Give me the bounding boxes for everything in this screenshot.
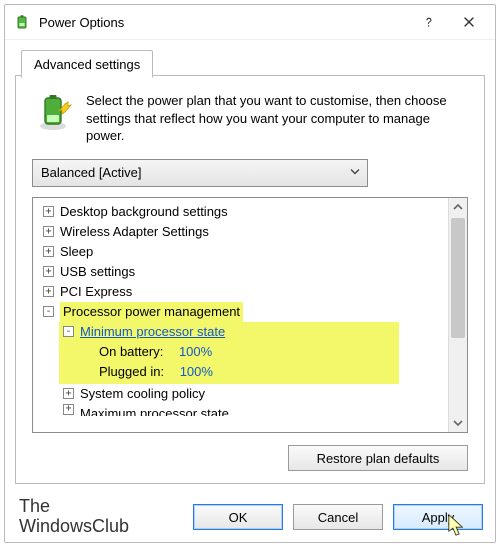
window-content: Advanced settings Select the power	[5, 40, 495, 494]
tree-item-wireless[interactable]: + Wireless Adapter Settings	[37, 222, 445, 242]
brand-line2: WindowsClub	[19, 516, 129, 536]
tree-label: System cooling policy	[80, 384, 205, 404]
expand-icon[interactable]: +	[43, 226, 54, 237]
tab-advanced-settings[interactable]: Advanced settings	[21, 50, 153, 78]
scroll-down-button[interactable]	[449, 414, 467, 432]
cancel-button[interactable]: Cancel	[293, 504, 383, 530]
tree-item-desktop-bg[interactable]: + Desktop background settings	[37, 202, 445, 222]
title-bar: Power Options	[5, 5, 495, 40]
expand-icon[interactable]: +	[43, 246, 54, 257]
expand-icon[interactable]: +	[43, 286, 54, 297]
setting-label: On battery:	[99, 342, 163, 362]
tree-row-plugged-in[interactable]: Plugged in: 100%	[59, 362, 399, 382]
apply-button[interactable]: Apply	[393, 504, 483, 530]
expand-icon[interactable]: +	[63, 388, 74, 399]
expand-icon[interactable]: +	[63, 404, 74, 415]
tree-item-processor-mgmt[interactable]: -Processor power management	[37, 302, 445, 322]
tree-label: Wireless Adapter Settings	[60, 222, 209, 242]
power-options-window: Power Options Advanced settings	[4, 4, 496, 543]
tree-viewport: + Desktop background settings + Wireless A…	[33, 198, 449, 432]
scroll-thumb[interactable]	[451, 218, 465, 338]
restore-plan-defaults-button[interactable]: Restore plan defaults	[288, 445, 468, 471]
power-plan-select[interactable]: Balanced [Active]	[32, 159, 368, 187]
watermark-brand: The WindowsClub	[19, 496, 129, 536]
tree-item-usb[interactable]: + USB settings	[37, 262, 445, 282]
help-button[interactable]	[409, 8, 449, 36]
tree-label: Desktop background settings	[60, 202, 228, 222]
tree-item-min-processor-state[interactable]: -Minimum processor state	[59, 322, 399, 342]
tree-label: Sleep	[60, 242, 93, 262]
setting-label: Plugged in:	[99, 362, 164, 382]
tab-strip: Advanced settings	[15, 50, 485, 76]
highlighted-block: -Minimum processor state On battery: 100…	[59, 322, 399, 384]
restore-row: Restore plan defaults	[32, 445, 468, 471]
setting-value: 100%	[180, 362, 213, 382]
battery-large-icon	[32, 92, 74, 134]
tree-vertical-scrollbar[interactable]	[448, 198, 467, 432]
intro-text: Select the power plan that you want to c…	[86, 92, 468, 145]
tree-item-cooling-policy[interactable]: + System cooling policy	[37, 384, 445, 404]
close-button[interactable]	[449, 8, 489, 36]
tree-row-on-battery[interactable]: On battery: 100%	[59, 342, 399, 362]
brand-line1: The	[19, 496, 129, 516]
scroll-track[interactable]	[449, 216, 467, 414]
tree-item-pci[interactable]: + PCI Express	[37, 282, 445, 302]
collapse-icon[interactable]: -	[43, 306, 54, 317]
collapse-icon[interactable]: -	[63, 326, 74, 337]
chevron-down-icon	[349, 165, 361, 180]
tree-label: Maximum processor state	[80, 404, 229, 416]
tree-item-max-processor-state[interactable]: + Maximum processor state	[37, 404, 445, 416]
intro-row: Select the power plan that you want to c…	[32, 92, 468, 145]
window-title: Power Options	[39, 15, 409, 30]
tree-label: USB settings	[60, 262, 135, 282]
scroll-up-button[interactable]	[449, 198, 467, 216]
power-plan-selected: Balanced [Active]	[41, 165, 141, 180]
dialog-footer: The WindowsClub OK Cancel Apply	[5, 494, 495, 542]
ok-button[interactable]: OK	[193, 504, 283, 530]
setting-value: 100%	[179, 342, 212, 362]
expand-icon[interactable]: +	[43, 206, 54, 217]
tree-item-sleep[interactable]: + Sleep	[37, 242, 445, 262]
advanced-settings-panel: Select the power plan that you want to c…	[15, 76, 485, 484]
tree-label: PCI Express	[60, 282, 132, 302]
tree-label: Processor power management	[60, 302, 243, 322]
tree-label-link[interactable]: Minimum processor state	[80, 322, 225, 342]
expand-icon[interactable]: +	[43, 266, 54, 277]
settings-tree[interactable]: + Desktop background settings + Wireless A…	[32, 197, 468, 433]
battery-icon	[15, 14, 31, 30]
